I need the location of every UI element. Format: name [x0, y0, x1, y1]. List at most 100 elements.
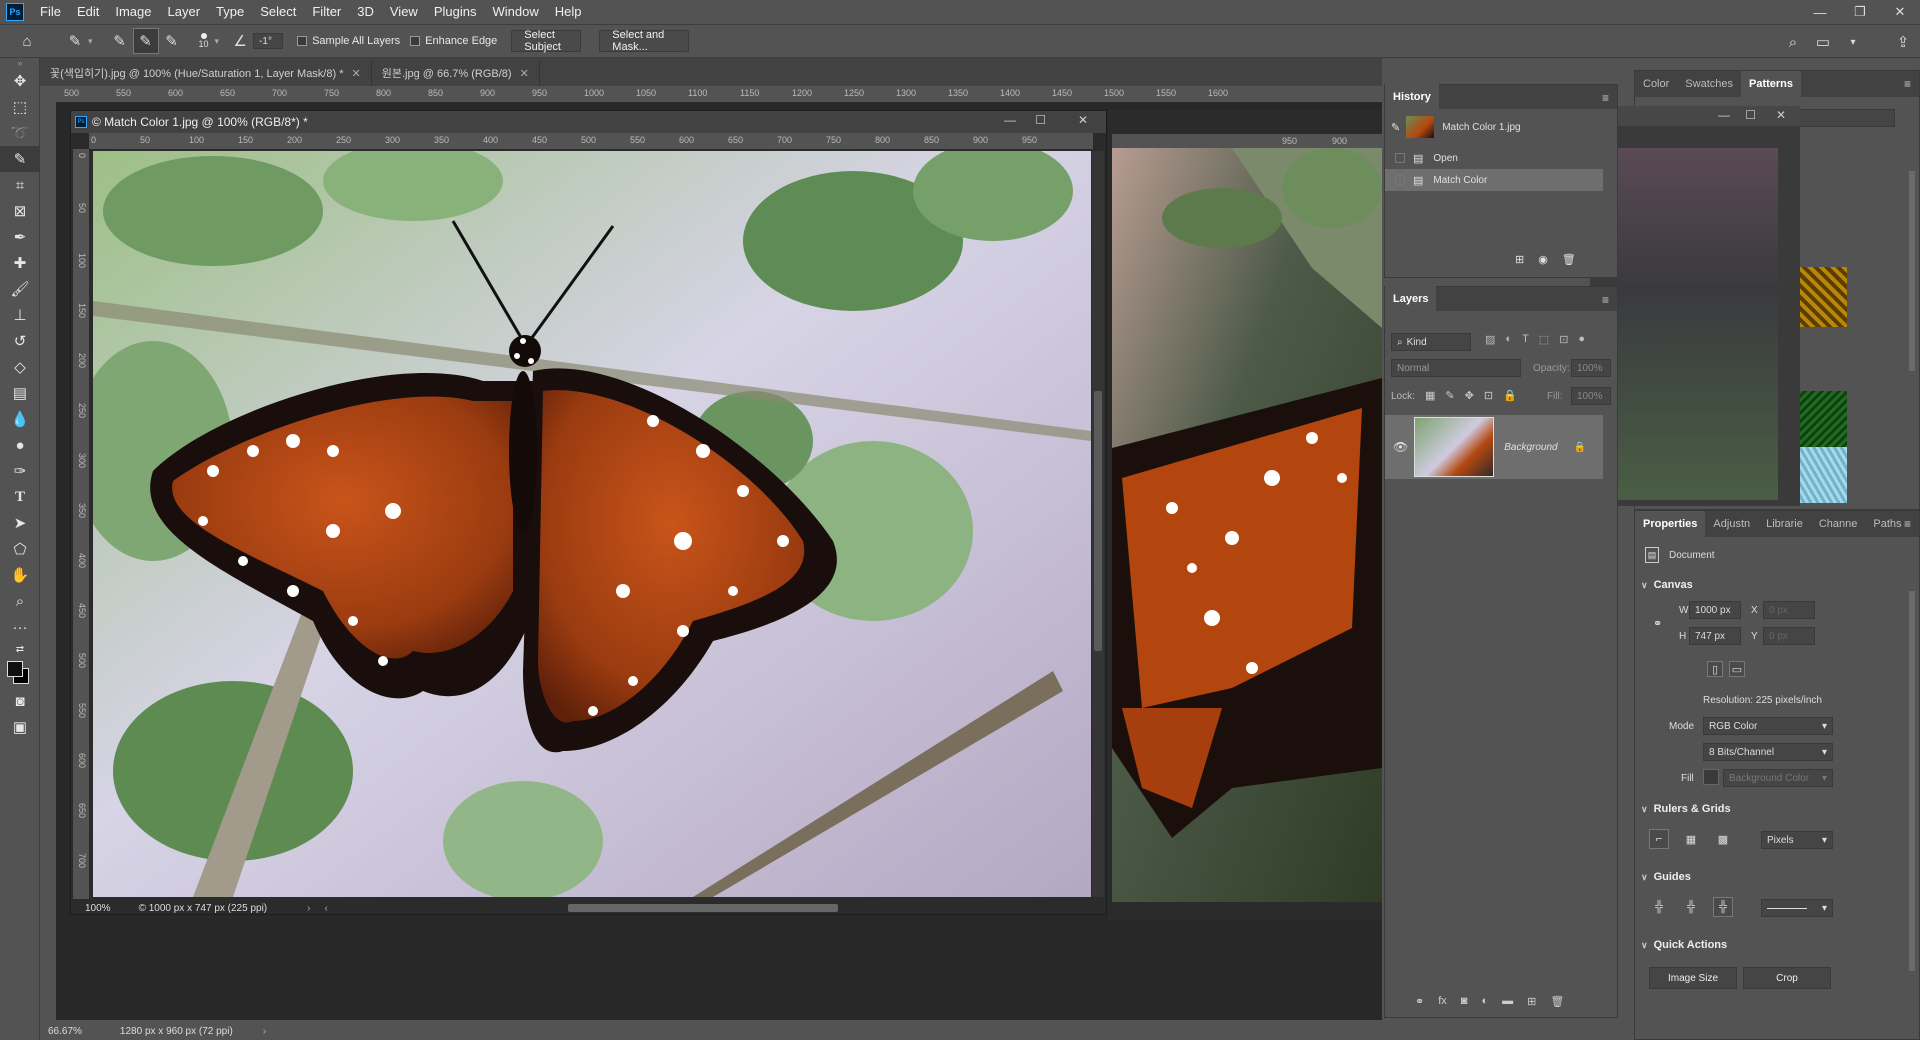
panel-menu-icon[interactable]: ≡ [1904, 517, 1911, 531]
stamp-tool-icon[interactable]: ⊥ [0, 302, 40, 328]
tab-channels[interactable]: Channe [1811, 511, 1866, 537]
ruler-icon[interactable]: ⌐ [1649, 829, 1669, 849]
new-selection-icon[interactable]: ✎ [107, 28, 133, 54]
chevron-right-icon[interactable]: › [307, 903, 310, 914]
filter-toggle-icon[interactable]: ● [1578, 333, 1585, 346]
menu-help[interactable]: Help [547, 0, 590, 24]
tab-patterns[interactable]: Patterns [1741, 71, 1802, 97]
lock-all-icon[interactable]: 🔒 [1503, 389, 1517, 402]
dodge-tool-icon[interactable]: ● [0, 432, 40, 458]
panel-menu-icon[interactable]: ≡ [1904, 77, 1911, 91]
angle-input[interactable]: -1° [253, 33, 284, 49]
pattern-swatch-ice[interactable] [1799, 447, 1847, 503]
quick-selection-tool-icon[interactable]: ✎ [0, 146, 40, 172]
eye-icon[interactable]: 👁 [1393, 440, 1408, 454]
pattern-swatch-gold[interactable] [1799, 267, 1847, 327]
zoom-level[interactable]: 66.67% [48, 1026, 82, 1037]
panel-menu-icon[interactable]: ≡ [1602, 293, 1609, 307]
search-icon[interactable]: ⌕ [1780, 29, 1806, 55]
camera-icon[interactable]: ◉ [1538, 253, 1548, 266]
close-icon[interactable]: ✕ [1776, 108, 1786, 122]
tab-adjustments[interactable]: Adjustn [1705, 511, 1758, 537]
guide-icon[interactable]: ╬ [1649, 897, 1669, 917]
tab-libraries[interactable]: Librarie [1758, 511, 1811, 537]
link-icon[interactable]: ⚭ [1415, 995, 1424, 1008]
enhance-edge-checkbox[interactable]: Enhance Edge [410, 35, 497, 47]
document-title-bar[interactable]: Ps © Match Color 1.jpg @ 100% (RGB/8*) *… [71, 111, 1106, 133]
lock-icon[interactable]: 🔒 [1574, 442, 1586, 453]
layer-row-background[interactable]: 👁 Background 🔒 [1385, 415, 1603, 479]
scrollbar-thumb[interactable] [1909, 171, 1915, 371]
lasso-tool-icon[interactable]: ➰ [0, 120, 40, 146]
tab-layers[interactable]: Layers [1385, 286, 1437, 312]
eraser-tool-icon[interactable]: ◇ [0, 354, 40, 380]
color-swatches[interactable] [0, 658, 40, 688]
gradient-tool-icon[interactable]: ▤ [0, 380, 40, 406]
guide-style-select[interactable]: ▾ [1761, 899, 1833, 917]
menu-layer[interactable]: Layer [160, 0, 209, 24]
history-item[interactable]: ▤ Open [1385, 147, 1603, 169]
shape-tool-icon[interactable]: ⬠ [0, 536, 40, 562]
adjustment-layer-icon[interactable]: ◐ [1481, 995, 1488, 1008]
select-subject-button[interactable]: Select Subject [511, 29, 582, 53]
minimize-icon[interactable]: — [1718, 108, 1730, 122]
add-selection-icon[interactable]: ✎ [132, 28, 159, 54]
pattern-swatch-grass[interactable] [1799, 391, 1847, 451]
width-input[interactable]: 1000 px [1689, 601, 1741, 619]
grid-icon[interactable]: ▦ [1681, 829, 1701, 849]
x-input[interactable]: 0 px [1763, 601, 1815, 619]
workspace-icon[interactable]: ▭ [1810, 29, 1836, 55]
sample-all-layers-checkbox[interactable]: Sample All Layers [297, 35, 400, 47]
close-icon[interactable]: ✕ [1078, 113, 1088, 127]
layer-kind-filter[interactable]: ⌕ Kind [1391, 333, 1471, 351]
close-icon[interactable]: ✕ [1880, 0, 1920, 24]
guide-layout-icon[interactable]: ╬ [1713, 897, 1733, 917]
restore-icon[interactable]: ☐ [1745, 108, 1756, 122]
menu-3d[interactable]: 3D [349, 0, 382, 24]
zoom-level[interactable]: 100% [85, 903, 111, 914]
mask-icon[interactable]: ◙ [1461, 995, 1468, 1008]
canvas-section-header[interactable]: ∨ Canvas [1641, 579, 1693, 591]
chevron-left-icon[interactable]: ‹ [324, 903, 327, 914]
document-canvas-image[interactable] [1112, 148, 1382, 902]
close-icon[interactable]: ✕ [520, 67, 529, 80]
history-brush-icon[interactable]: ✎ [1391, 121, 1400, 134]
brush-tool-icon[interactable]: 🖌 [0, 276, 40, 302]
select-and-mask-button[interactable]: Select and Mask... [599, 29, 690, 53]
floating-window-titlebar[interactable]: — ☐ ✕ [1590, 106, 1800, 126]
pen-tool-icon[interactable]: ✑ [0, 458, 40, 484]
tab-color[interactable]: Color [1635, 71, 1677, 97]
minimize-icon[interactable]: — [1004, 113, 1016, 127]
tab-swatches[interactable]: Swatches [1677, 71, 1741, 97]
rulers-grids-section-header[interactable]: ∨ Rulers & Grids [1641, 803, 1731, 815]
fill-select[interactable]: Background Color ▾ [1723, 769, 1833, 787]
new-guide-icon[interactable]: ╬ [1681, 897, 1701, 917]
chevron-right-icon[interactable]: › [263, 1026, 266, 1037]
fill-input[interactable]: 100% [1571, 387, 1611, 405]
brush-size-picker[interactable]: 10 [199, 33, 209, 49]
quick-selection-preset-icon[interactable]: ✎ [62, 28, 88, 54]
marquee-tool-icon[interactable]: ⬚ [0, 94, 40, 120]
tab-history[interactable]: History [1385, 84, 1439, 110]
menu-filter[interactable]: Filter [304, 0, 349, 24]
portrait-orientation-icon[interactable]: ▯ [1707, 661, 1723, 677]
history-state-checkbox[interactable] [1395, 153, 1405, 163]
bit-depth-select[interactable]: 8 Bits/Channel ▾ [1703, 743, 1833, 761]
menu-edit[interactable]: Edit [69, 0, 107, 24]
scrollbar-thumb[interactable] [1094, 391, 1102, 651]
subtract-selection-icon[interactable]: ✎ [159, 28, 185, 54]
restore-icon[interactable]: ❐ [1840, 0, 1880, 24]
mode-select[interactable]: RGB Color ▾ [1703, 717, 1833, 735]
crop-tool-icon[interactable]: ⌗ [0, 172, 40, 198]
healing-tool-icon[interactable]: ✚ [0, 250, 40, 276]
panel-menu-icon[interactable]: ≡ [1602, 91, 1609, 105]
history-snapshot[interactable]: ✎ Match Color 1.jpg [1385, 113, 1619, 141]
menu-window[interactable]: Window [484, 0, 546, 24]
shape-filter-icon[interactable]: ⬚ [1539, 333, 1549, 346]
home-icon[interactable]: ⌂ [14, 28, 40, 54]
tab-paths[interactable]: Paths [1865, 511, 1909, 537]
pixel-filter-icon[interactable]: ▨ [1485, 333, 1495, 346]
menu-plugins[interactable]: Plugins [426, 0, 485, 24]
hand-tool-icon[interactable]: ✋ [0, 562, 40, 588]
quick-actions-section-header[interactable]: ∨ Quick Actions [1641, 939, 1727, 951]
